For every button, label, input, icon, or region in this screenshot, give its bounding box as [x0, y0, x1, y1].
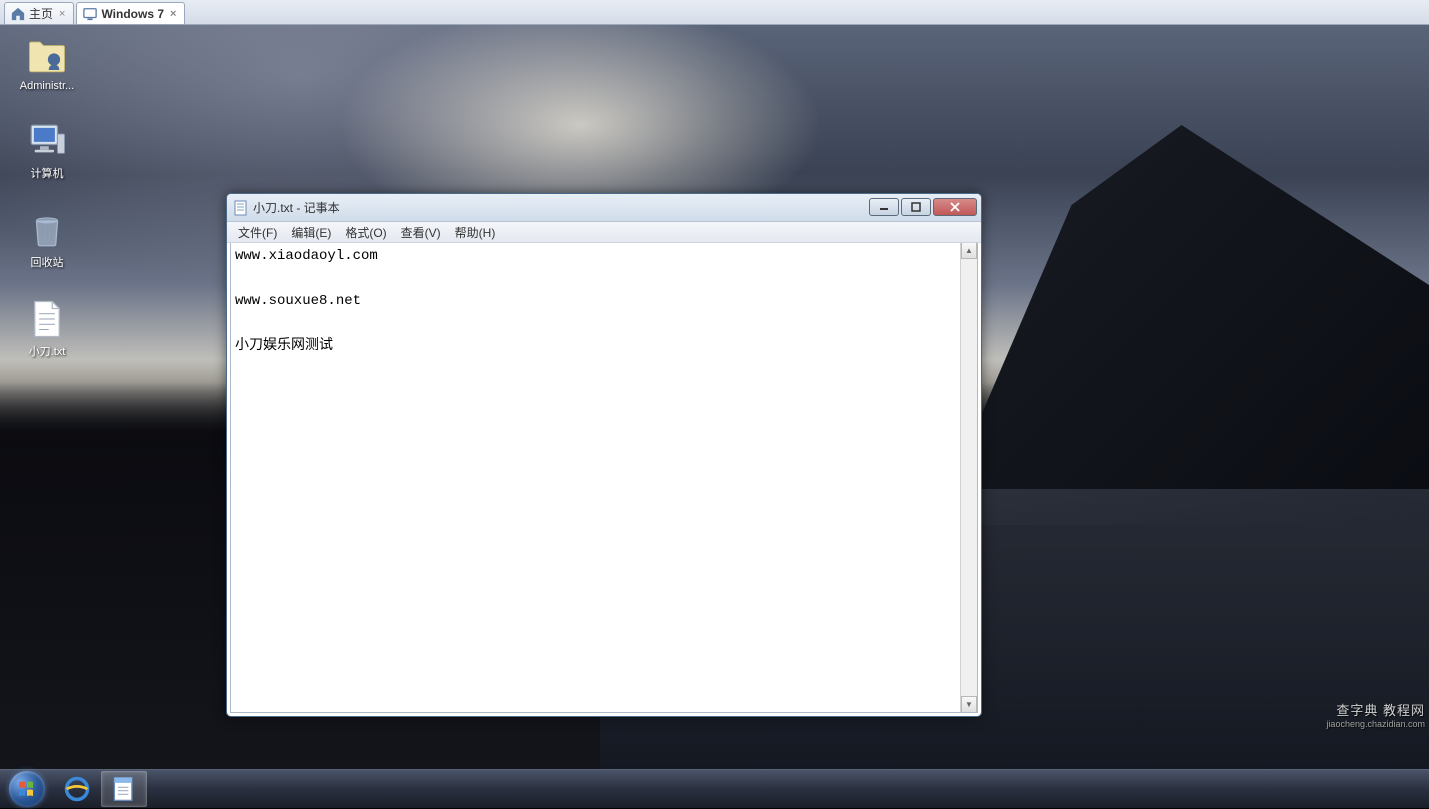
- notepad-window: 小刀.txt - 记事本 文件(F) 编辑(E) 格式(O) 查看(V) 帮助(…: [226, 193, 982, 717]
- taskbar-ie[interactable]: [55, 771, 99, 807]
- recycle-bin-icon: [26, 209, 68, 251]
- notepad-taskbar-icon: [110, 775, 138, 803]
- scroll-up-icon[interactable]: ▲: [961, 243, 977, 259]
- icon-label: 计算机: [12, 165, 82, 181]
- icon-label: 小刀.txt: [12, 343, 82, 359]
- window-controls: [867, 198, 977, 216]
- maximize-button[interactable]: [901, 198, 931, 216]
- computer-icon: [26, 120, 68, 162]
- text-file-icon: [26, 298, 68, 340]
- start-button[interactable]: [0, 770, 54, 809]
- close-icon[interactable]: ×: [57, 8, 67, 20]
- close-button[interactable]: [933, 198, 977, 216]
- notepad-content-area: ▲ ▼: [230, 243, 978, 713]
- taskbar: [0, 769, 1429, 808]
- monitor-icon: [83, 7, 97, 21]
- icon-label: 回收站: [12, 254, 82, 270]
- icon-label: Administr...: [12, 80, 82, 92]
- browser-tab-bar: 主页 × Windows 7 ×: [0, 0, 1429, 25]
- minimize-button[interactable]: [869, 198, 899, 216]
- window-title: 小刀.txt - 记事本: [253, 199, 867, 216]
- scroll-down-icon[interactable]: ▼: [961, 696, 977, 712]
- menu-view[interactable]: 查看(V): [394, 222, 448, 243]
- desktop-icon-computer[interactable]: 计算机: [12, 120, 82, 181]
- tab-windows7[interactable]: Windows 7 ×: [76, 2, 185, 24]
- menu-help[interactable]: 帮助(H): [448, 222, 503, 243]
- menu-format[interactable]: 格式(O): [338, 222, 393, 243]
- folder-user-icon: [26, 35, 68, 77]
- notepad-icon: [233, 200, 249, 216]
- watermark: 查字典 教程网 jiaocheng.chazidian.com: [1326, 700, 1425, 729]
- menu-file[interactable]: 文件(F): [231, 222, 284, 243]
- taskbar-notepad[interactable]: [101, 771, 147, 807]
- notepad-menubar: 文件(F) 编辑(E) 格式(O) 查看(V) 帮助(H): [227, 222, 981, 243]
- tab-label: 主页: [29, 5, 53, 22]
- internet-explorer-icon: [63, 775, 91, 803]
- desktop-icon-text-file[interactable]: 小刀.txt: [12, 298, 82, 359]
- windows-logo-icon: [9, 771, 45, 807]
- menu-edit[interactable]: 编辑(E): [284, 222, 338, 243]
- watermark-main: 查字典 教程网: [1326, 700, 1425, 719]
- home-icon: [11, 7, 25, 21]
- close-icon[interactable]: ×: [168, 8, 178, 20]
- vertical-scrollbar[interactable]: ▲ ▼: [960, 243, 977, 712]
- desktop[interactable]: Administr... 计算机: [0, 25, 1429, 769]
- tab-home[interactable]: 主页 ×: [4, 2, 74, 24]
- tab-label: Windows 7: [101, 7, 164, 21]
- desktop-icons-container: Administr... 计算机: [12, 35, 82, 387]
- notepad-textarea[interactable]: [231, 243, 960, 712]
- watermark-sub: jiaocheng.chazidian.com: [1326, 719, 1425, 729]
- desktop-icon-administrator[interactable]: Administr...: [12, 35, 82, 92]
- desktop-icon-recycle-bin[interactable]: 回收站: [12, 209, 82, 270]
- notepad-titlebar[interactable]: 小刀.txt - 记事本: [227, 194, 981, 222]
